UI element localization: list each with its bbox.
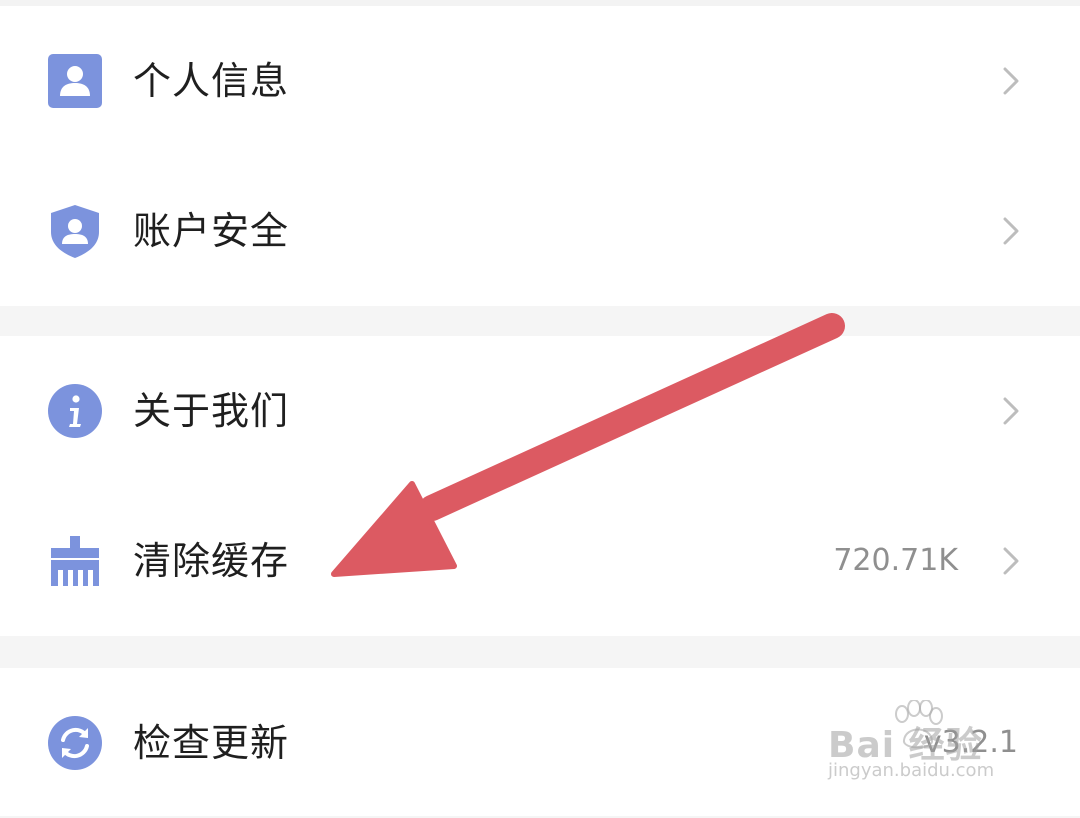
cache-size-value: 720.71K [833, 543, 958, 578]
settings-group-1: 个人信息 账户安全 [0, 6, 1080, 306]
settings-item-label: 个人信息 [133, 59, 290, 103]
broom-icon [48, 534, 102, 588]
settings-item-label: 账户安全 [133, 209, 290, 253]
settings-item-personal-info[interactable]: 个人信息 [0, 6, 1080, 156]
watermark-url: jingyan.baidu.com [828, 760, 995, 781]
settings-item-label: 清除缓存 [133, 539, 290, 583]
info-icon [48, 384, 102, 438]
chevron-right-icon [998, 396, 1024, 426]
person-card-icon [48, 54, 102, 108]
chevron-right-icon [998, 546, 1024, 576]
baidu-watermark: Bai 经验 jingyan.baidu.com [828, 700, 1028, 790]
settings-item-label: 关于我们 [133, 389, 290, 433]
settings-item-account-security[interactable]: 账户安全 [0, 156, 1080, 306]
chevron-right-icon [998, 216, 1024, 246]
shield-user-icon [48, 204, 102, 258]
chevron-right-icon [998, 66, 1024, 96]
settings-item-label: 检查更新 [133, 721, 290, 765]
refresh-icon [48, 716, 102, 770]
settings-item-about-us[interactable]: 关于我们 [0, 336, 1080, 486]
settings-group-2: 关于我们 清除缓存 720.71K [0, 336, 1080, 636]
settings-item-clear-cache[interactable]: 清除缓存 720.71K [0, 486, 1080, 636]
